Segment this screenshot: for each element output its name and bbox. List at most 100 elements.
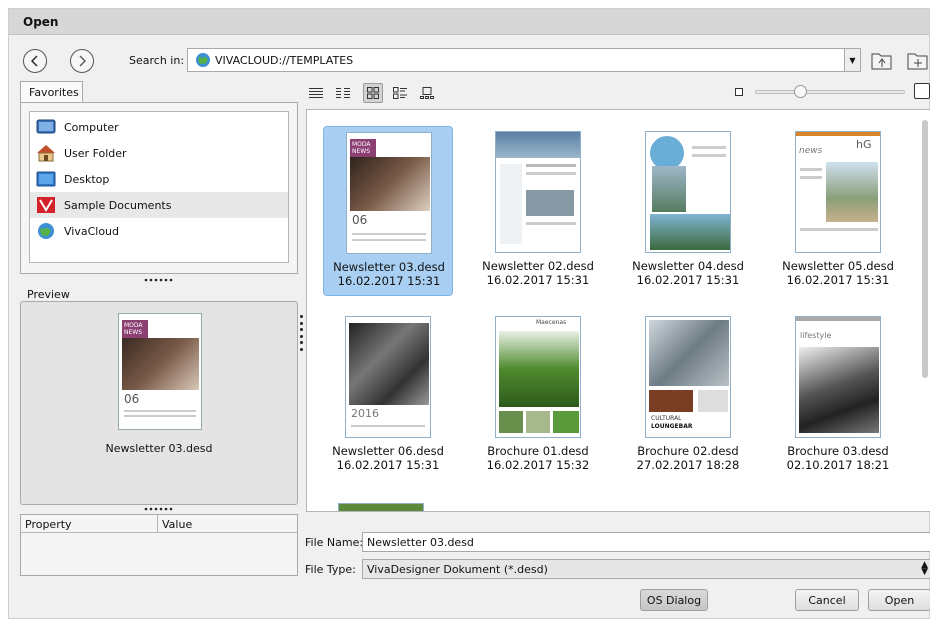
vertical-splitter-handle[interactable] (299, 315, 303, 351)
favorite-item-computer[interactable]: Computer (30, 114, 288, 140)
file-item[interactable]: Newsletter 02.desd 16.02.2017 15:31 (473, 126, 603, 296)
file-thumbnail (645, 131, 731, 253)
os-dialog-button[interactable]: OS Dialog (640, 589, 708, 611)
preview-panel: MODA NEWS 06 Newsletter 03.desd (20, 301, 298, 505)
tile-view-button[interactable] (390, 83, 410, 103)
file-name-label: File Name: (305, 536, 364, 549)
vivacloud-icon (196, 53, 210, 67)
properties-table: Property Value (20, 514, 298, 576)
file-date: 16.02.2017 15:31 (336, 458, 440, 472)
file-item[interactable]: Maecenas Brochure 01.desd 16.02.2017 15:3… (473, 311, 603, 481)
search-path: VIVACLOUD://TEMPLATES (215, 54, 354, 67)
sample-docs-icon (37, 197, 55, 213)
dialog-title: Open (23, 15, 59, 29)
dropdown-arrow-icon[interactable]: ▼ (844, 49, 860, 71)
title-bar: Open (9, 9, 929, 35)
file-item[interactable]: lifestyle Brochure 03.desd 02.10.2017 18:… (773, 311, 903, 481)
back-button[interactable] (23, 49, 47, 73)
file-item[interactable]: 2016 Newsletter 06.desd 16.02.2017 15:31 (323, 311, 453, 481)
zoom-slider-handle[interactable] (794, 85, 807, 98)
preview-label: Preview (27, 288, 70, 301)
favorite-label: Computer (64, 120, 119, 134)
desktop-icon (36, 171, 56, 187)
file-thumbnail: MODA NEWS 06 (346, 132, 432, 254)
file-date: 16.02.2017 15:31 (786, 273, 890, 287)
favorite-item-desktop[interactable]: Desktop (30, 166, 288, 192)
new-folder-button[interactable] (906, 49, 930, 71)
file-thumbnail: 2016 (345, 316, 431, 438)
thumb-number: 06 (124, 392, 140, 406)
file-grid: MODA NEWS 06 Newsletter 03.desd 16.02.2017… (306, 109, 930, 512)
select-arrows-icon: ▲ ▼ (921, 560, 928, 577)
favorites-list: Computer User Folder Desktop Sample Docu… (29, 111, 289, 263)
zoom-out-icon[interactable] (735, 88, 743, 96)
file-thumbnail (495, 131, 581, 253)
file-item[interactable]: MODA NEWS 06 Newsletter 03.desd 16.02.2017… (323, 126, 453, 296)
file-date: 16.02.2017 15:32 (486, 458, 590, 472)
list-view-icon (309, 88, 323, 98)
file-item[interactable]: CULTURAL LOUNGEBAR Brochure 02.desd 27.02.… (623, 311, 753, 481)
favorite-item-vivacloud[interactable]: VivaCloud (30, 218, 288, 244)
file-item[interactable]: news hG Newsletter 05.desd 16.02.2017 15:… (773, 126, 903, 296)
forward-button[interactable] (70, 49, 94, 73)
file-thumbnail: news hG (795, 131, 881, 253)
new-folder-icon (907, 53, 928, 70)
file-date: 16.02.2017 15:31 (337, 274, 441, 288)
tile-view-icon (393, 87, 407, 99)
column-header-property[interactable]: Property (21, 515, 158, 533)
file-date: 16.02.2017 15:31 (486, 273, 590, 287)
thumbnail-view-button[interactable] (417, 83, 437, 103)
cancel-button[interactable]: Cancel (795, 589, 859, 611)
search-location-combo[interactable]: VIVACLOUD://TEMPLATES ▼ (187, 48, 861, 72)
list-view-button[interactable] (306, 83, 326, 103)
vertical-scrollbar[interactable] (922, 120, 928, 378)
zoom-slider[interactable] (755, 90, 905, 94)
favorite-label: User Folder (64, 146, 127, 160)
favorite-label: VivaCloud (64, 224, 120, 238)
splitter-handle-icon[interactable] (144, 507, 174, 511)
icon-view-icon (367, 87, 379, 99)
favorite-label: Sample Documents (64, 198, 172, 212)
column-header-value[interactable]: Value (158, 515, 297, 533)
icon-view-button[interactable] (363, 83, 383, 103)
computer-icon (36, 119, 56, 134)
file-date: 27.02.2017 18:28 (636, 458, 740, 472)
file-name: Brochure 02.desd (637, 444, 739, 458)
file-name: Newsletter 02.desd (482, 259, 594, 273)
vivacloud-icon (38, 223, 54, 239)
forward-icon (79, 55, 86, 67)
file-name: Newsletter 05.desd (782, 259, 894, 273)
favorites-panel: Computer User Folder Desktop Sample Docu… (20, 102, 298, 274)
file-thumbnail: CULTURAL LOUNGEBAR (645, 316, 731, 438)
thumb-brand: MODA NEWS (122, 320, 148, 338)
file-name-input[interactable]: Newsletter 03.desd (362, 532, 930, 552)
favorite-item-sample-documents[interactable]: Sample Documents (30, 192, 288, 218)
file-type-select[interactable]: VivaDesigner Dokument (*.desd) ▲ ▼ (362, 559, 930, 579)
splitter-handle-icon[interactable] (144, 278, 174, 282)
file-thumbnail: lifestyle (795, 316, 881, 438)
detail-view-icon (336, 88, 350, 98)
thumb-photo (122, 338, 199, 390)
file-thumbnail: Maecenas (495, 316, 581, 438)
file-date: 16.02.2017 15:31 (636, 273, 740, 287)
folder-up-icon (871, 53, 892, 70)
back-icon (31, 55, 38, 67)
favorite-label: Desktop (64, 172, 110, 186)
open-dialog: Open Search in: VIVACLOUD://TEMPLATES ▼ … (8, 8, 930, 619)
file-name: Newsletter 03.desd (333, 260, 445, 274)
file-item[interactable]: Newsletter 04.desd 16.02.2017 15:31 (623, 126, 753, 296)
file-name: Brochure 03.desd (787, 444, 889, 458)
partial-file-thumbnail[interactable] (338, 503, 424, 511)
folder-up-button[interactable] (870, 49, 894, 71)
file-date: 02.10.2017 18:21 (786, 458, 890, 472)
home-icon (37, 145, 55, 162)
detail-view-button[interactable] (333, 83, 353, 103)
zoom-in-icon[interactable] (914, 83, 930, 99)
favorite-item-user-folder[interactable]: User Folder (30, 140, 288, 166)
file-type-value: VivaDesigner Dokument (*.desd) (367, 563, 548, 576)
tab-favorites[interactable]: Favorites (20, 81, 83, 103)
search-label: Search in: (129, 54, 185, 67)
file-name: Newsletter 04.desd (632, 259, 744, 273)
preview-thumbnail: MODA NEWS 06 (118, 313, 202, 430)
open-button[interactable]: Open (868, 589, 930, 611)
